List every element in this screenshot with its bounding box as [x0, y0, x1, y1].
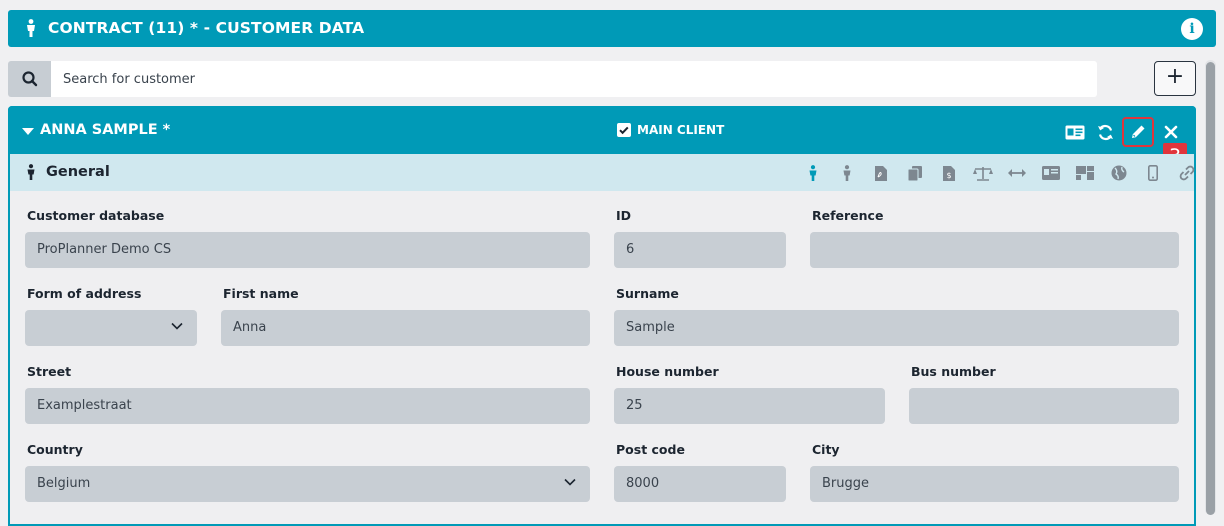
city-field[interactable]: Brugge [810, 466, 1179, 502]
reference-label: Reference [812, 208, 884, 223]
customer-database-label: Customer database [27, 208, 165, 223]
customer-database-field[interactable]: ProPlanner Demo CS [25, 232, 590, 268]
country-value: Belgium [37, 476, 91, 491]
person-alt-tab-icon[interactable] [830, 162, 864, 184]
chevron-down-icon [564, 478, 576, 486]
main-client-label: MAIN CLIENT [637, 123, 725, 137]
search-button[interactable] [8, 61, 52, 97]
svg-text:$: $ [946, 171, 951, 180]
city-label: City [812, 442, 840, 457]
id-card-icon[interactable] [1064, 121, 1086, 143]
id-card-tab-icon[interactable] [1034, 162, 1068, 184]
person-icon [26, 164, 36, 180]
section-title: General [46, 164, 110, 180]
surname-label: Surname [616, 286, 679, 301]
refresh-icon[interactable] [1094, 121, 1116, 143]
edit-pencil-icon[interactable] [1122, 117, 1154, 147]
street-field[interactable]: Examplestraat [25, 388, 590, 424]
copy-tab-icon[interactable] [898, 162, 932, 184]
id-field[interactable]: 6 [614, 232, 786, 268]
house-number-label: House number [616, 364, 719, 379]
scale-tab-icon[interactable] [966, 162, 1000, 184]
page-title: CONTRACT (11) * - CUSTOMER DATA [48, 19, 365, 37]
collapse-caret-icon[interactable] [22, 128, 34, 135]
form-of-address-select[interactable] [25, 310, 197, 346]
section-general-header[interactable]: General $ [10, 154, 1195, 191]
pdf-tab-icon[interactable] [864, 162, 898, 184]
close-icon[interactable] [1160, 121, 1182, 143]
chevron-down-icon [171, 322, 183, 330]
scrollbar-thumb[interactable] [1206, 62, 1215, 515]
customer-header[interactable]: ANNA SAMPLE * MAIN CLIENT [8, 106, 1196, 154]
first-name-field[interactable]: Anna [221, 310, 590, 346]
main-client-toggle[interactable]: MAIN CLIENT [617, 123, 724, 137]
dashboard-tab-icon[interactable] [1068, 162, 1102, 184]
person-icon [25, 19, 37, 37]
surname-field[interactable]: Sample [614, 310, 1179, 346]
first-name-label: First name [223, 286, 299, 301]
search-input[interactable] [51, 61, 1097, 97]
house-number-field[interactable]: 25 [614, 388, 885, 424]
country-label: Country [27, 442, 83, 457]
post-code-field[interactable]: 8000 [614, 466, 786, 502]
phone-tab-icon[interactable] [1136, 162, 1170, 184]
form-of-address-label: Form of address [27, 286, 142, 301]
bus-number-field[interactable] [909, 388, 1179, 424]
globe-tab-icon[interactable] [1102, 162, 1136, 184]
country-select[interactable]: Belgium [25, 466, 590, 502]
info-icon[interactable]: i [1181, 18, 1203, 40]
link-tab-icon[interactable] [1170, 162, 1204, 184]
search-icon [22, 71, 38, 87]
street-label: Street [27, 364, 72, 379]
person-tab-icon[interactable] [796, 162, 830, 184]
post-code-label: Post code [616, 442, 685, 457]
customer-name: ANNA SAMPLE * [40, 122, 171, 138]
add-customer-button[interactable]: + [1154, 61, 1196, 96]
bus-number-label: Bus number [911, 364, 996, 379]
invoice-tab-icon[interactable]: $ [932, 162, 966, 184]
main-client-checkbox[interactable] [617, 123, 631, 137]
arrows-tab-icon[interactable] [1000, 162, 1034, 184]
page-header: CONTRACT (11) * - CUSTOMER DATA i [8, 10, 1216, 47]
id-label: ID [616, 208, 632, 223]
reference-field[interactable] [810, 232, 1179, 268]
